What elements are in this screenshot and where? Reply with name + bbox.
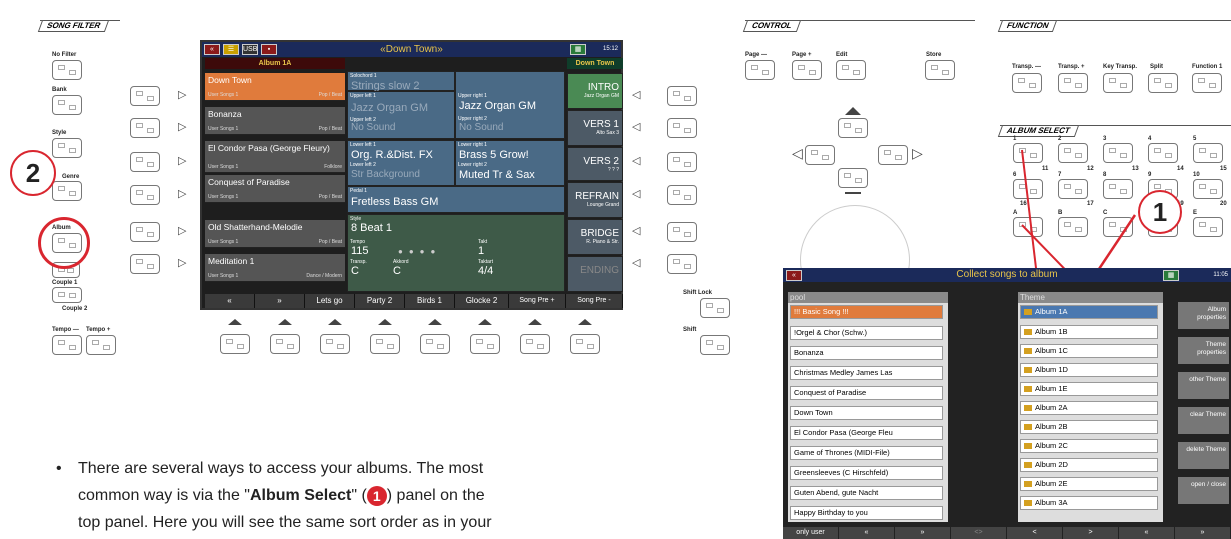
pool-item[interactable]: Bonanza [790,346,943,360]
move-left-button[interactable]: < [1007,527,1063,539]
folder-icon [1024,309,1032,316]
collect-display: Collect songs to album « ▦ 11:05 pool !!… [783,268,1231,539]
clear-theme-button[interactable]: clear Theme [1178,407,1229,435]
pool-item[interactable]: Greensleeves (C Hirschfeld) [790,466,943,480]
only-user-button[interactable]: only user [783,527,839,539]
body-line-1: There are several ways to access your al… [78,460,484,477]
pool-item[interactable]: Game of Thrones (MIDI-File) [790,446,943,460]
swap-button[interactable]: <> [951,527,1007,539]
theme-properties-button[interactable]: Theme properties [1178,337,1229,365]
delete-theme-button[interactable]: delete Theme [1178,442,1229,470]
open-close-button[interactable]: open / close [1178,477,1229,505]
keyboard-icon: ▦ [1163,270,1179,281]
folder-icon [1024,443,1032,450]
album-item[interactable]: Album 3A [1020,496,1158,510]
album-properties-button[interactable]: Album properties [1178,302,1229,330]
folder-icon [1024,424,1032,431]
back-icon[interactable]: « [786,270,802,281]
move-right-button[interactable]: > [1063,527,1119,539]
folder-icon [1024,367,1032,374]
pool-item[interactable]: Christmas Medley James Las [790,366,943,380]
pool-item[interactable]: Conquest of Paradise [790,386,943,400]
collect-time: 11:05 [1213,272,1228,278]
album-item[interactable]: Album 1E [1020,382,1158,396]
theme-header: Theme [1018,292,1163,303]
folder-icon [1024,329,1032,336]
arrow-from-key-1 [1021,149,1039,286]
album-item[interactable]: Album 2C [1020,439,1158,453]
pool-item[interactable]: !Orgel & Chor (Schw.) [790,326,943,340]
page-up-button[interactable]: « [839,527,895,539]
inline-marker-1: 1 [366,485,387,506]
bullet: • [56,460,62,477]
theme-list: Theme Album 1A Album 1B Album 1C Album 1… [1018,292,1163,522]
album-item[interactable]: Album 2E [1020,477,1158,491]
other-theme-button[interactable]: other Theme [1178,372,1229,400]
page-down-button[interactable]: » [895,527,951,539]
folder-icon [1024,405,1032,412]
album-item[interactable]: Album 1A [1020,305,1158,319]
body-line-2: common way is via the "Album Select" (1)… [78,485,485,506]
album-item[interactable]: Album 2A [1020,401,1158,415]
collect-title: Collect songs to album [956,269,1058,280]
album-item[interactable]: Album 1D [1020,363,1158,377]
pool-item[interactable]: Guten Abend, gute Nacht [790,486,943,500]
pool-item[interactable]: El Condor Pasa (George Fleu [790,426,943,440]
album-item[interactable]: Album 2B [1020,420,1158,434]
collect-title-bar: Collect songs to album « ▦ 11:05 [783,268,1231,282]
pool-list: pool !!! Basic Song !!! !Orgel & Chor (S… [788,292,948,522]
body-line-3: top panel. Here you will see the same so… [78,514,492,531]
album-item[interactable]: Album 2D [1020,458,1158,472]
theme-page-up-button[interactable]: « [1119,527,1175,539]
pool-item[interactable]: Down Town [790,406,943,420]
folder-icon [1024,348,1032,355]
pool-item[interactable]: !!! Basic Song !!! [790,305,943,319]
theme-page-down-button[interactable]: » [1175,527,1231,539]
pool-item[interactable]: Happy Birthday to you [790,506,943,520]
folder-icon [1024,481,1032,488]
album-item[interactable]: Album 1B [1020,325,1158,339]
folder-icon [1024,500,1032,507]
folder-icon [1024,386,1032,393]
body-paragraph: • There are several ways to access your … [56,455,718,536]
pool-header: pool [788,292,948,303]
album-item[interactable]: Album 1C [1020,344,1158,358]
folder-icon [1024,462,1032,469]
